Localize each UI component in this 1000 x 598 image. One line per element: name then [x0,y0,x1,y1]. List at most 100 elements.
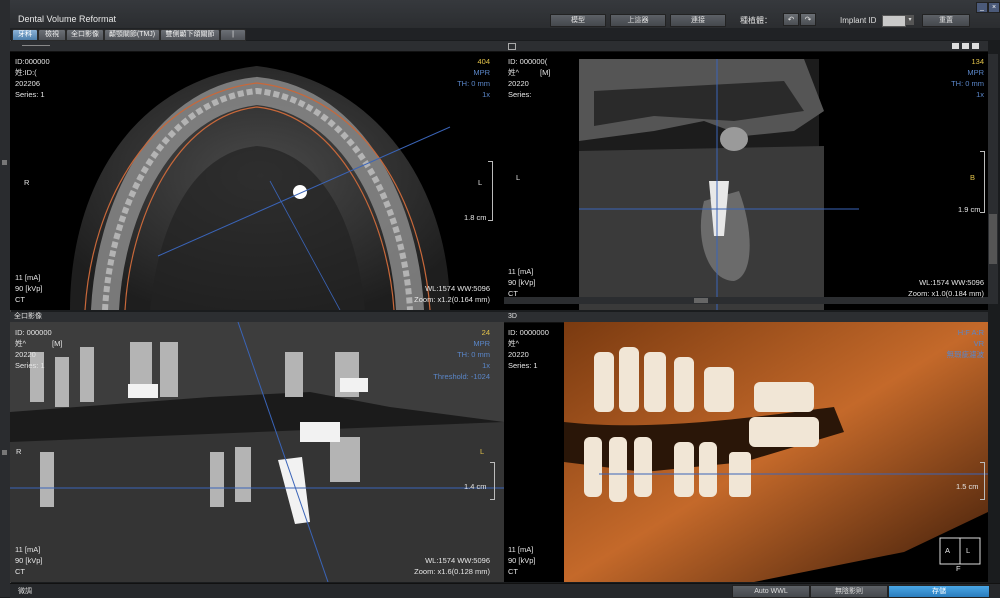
close-icon[interactable]: × [988,2,1000,13]
auto-wwl-button[interactable]: Auto WWL [732,585,810,598]
axial-image [70,66,451,310]
implant-dropdown-icon[interactable]: ▾ [906,15,914,25]
pano-patient-name: 姓^ [15,339,27,348]
save-button[interactable]: 存儲 [888,585,990,598]
undo-icon[interactable]: ↶ [783,13,799,26]
cross-section-viewport[interactable]: ID: 000000( 姓^ [M] 20220 Series: 134 MPR… [504,41,988,310]
pano-mode: MPR [473,339,490,348]
axial-scale-bar [488,161,493,221]
pano-scale-label: 1.4 cm [464,482,487,491]
orientation-cube-l[interactable]: L [966,546,970,556]
cross-patient-name: 姓^ [508,68,520,77]
cross-slice-number: 134 [971,57,984,66]
vr-mode: VR [973,339,984,348]
vr-patient-id: ID: 0000000 [508,328,549,337]
cross-patient-id: ID: 000000( [508,57,548,66]
vr-date: 20220 [508,350,529,359]
vr-kvp: 90 [kVp] [508,556,536,565]
strip-marker [2,450,7,455]
pano-series: Series: 1 [15,361,45,370]
pano-zoom: Zoom: x1.6(0.128 mm) [414,567,490,576]
cross-window-level: WL:1574 WW:5096 [919,278,984,287]
pano-magnify: 1x [482,361,490,370]
cross-scale-label: 1.9 cm [958,205,981,214]
axial-patient-id: ID:000000 [15,57,50,66]
pano-ma: 11 [mA] [15,545,41,554]
cross-ma: 11 [mA] [508,267,534,276]
connect-button[interactable]: 連接 [670,14,726,27]
orientation-cube-a[interactable]: A [945,546,950,556]
tab-dental[interactable]: 牙科 [12,29,38,41]
axial-magnify: 1x [482,90,490,99]
tab-extra[interactable]: | [220,29,246,41]
cross-series: Series: [508,90,532,99]
tab-bilateral-tmj[interactable]: 雙側顳下頜關節 [160,29,220,41]
vr-modality: CT [508,567,518,576]
pano-thickness: TH: 0 mm [457,350,490,359]
cross-orient-left: L [516,173,521,182]
implant-id-field[interactable] [882,15,906,27]
cross-orient-right: B [970,173,976,182]
fine-tune-label: 微調 [18,588,32,595]
minimize-icon[interactable]: _ [976,2,988,13]
cross-section-image [504,59,988,310]
title-bar: Dental Volume Reformat 模型 上這器 連接 種植體： ↶ … [10,0,1000,29]
volume-render-image [564,322,988,582]
model-button[interactable]: 模型 [550,14,606,27]
axial-kvp: 90 [kVp] [15,284,43,293]
pano-orient-right: L [480,447,485,456]
reset-button[interactable]: 重置 [922,14,970,27]
axial-orient-left: R [24,178,30,187]
pano-modality: CT [15,567,25,576]
cross-magnify: 1x [976,90,984,99]
bottom-bar: 微調 Auto WWL 無陰影則 存儲 [10,583,1000,598]
cross-date: 20220 [508,79,529,88]
orientation-cube-f[interactable]: F [956,564,961,574]
pano-date: 20220 [15,350,36,359]
axial-zoom: Zoom: x1.2(0.164 mm) [414,295,490,304]
redo-icon[interactable]: ↷ [800,13,816,26]
tab-view[interactable]: 檢視 [38,29,66,41]
cross-zoom: Zoom: x1.0(0.184 mm) [908,289,984,298]
pano-patient-id: ID: 000000 [15,328,52,337]
axial-patient-name: 姓:ID:( [15,68,37,77]
tab-tmj[interactable]: 顳顎關節(TMJ) [104,29,160,41]
axial-mode: MPR [473,68,490,77]
axial-window-level: WL:1574 WW:5096 [425,284,490,293]
vr-patient-name: 姓^ [508,339,520,348]
cross-scale-bar [980,151,985,213]
tooth-label: 種植體： [740,16,772,25]
axial-date: 202206 [15,79,41,88]
scrollbar-thumb[interactable] [989,214,997,264]
axial-orient-right: L [478,178,483,187]
cross-thickness: TH: 0 mm [951,79,984,88]
vr-scale-bar [980,462,985,500]
tab-bar: 牙科 檢視 全口影像 顳顎關節(TMJ) 雙側顳下頜關節 | [10,28,1000,41]
pano-scale-bar [490,462,495,500]
volume-render-viewport[interactable]: 3D ID: 0000000 姓^ 20220 Series: 1 H:F A:… [504,312,988,582]
app-title: Dental Volume Reformat [18,14,117,24]
pano-window-level: WL:1574 WW:5096 [425,556,490,565]
pano-slice-number: 24 [481,328,490,337]
pano-threshold: Threshold: -1024 [433,372,490,381]
tab-panoramic[interactable]: 全口影像 [66,29,104,41]
panoramic-viewport[interactable]: 全口影像 ID: 000000 姓^ [M] 20220 Series: 1 2… [10,312,504,582]
cross-modality: CT [508,289,518,298]
strip-marker [2,160,7,165]
pano-kvp: 90 [kVp] [15,556,43,565]
pano-orient-left: R [16,447,22,456]
axial-slice-number: 404 [477,57,490,66]
upload-button[interactable]: 上這器 [610,14,666,27]
vr-scale-label: 1.5 cm [956,482,979,491]
vertical-scrollbar[interactable] [988,54,998,304]
axial-viewport[interactable]: ID:000000 姓:ID:( 202206 Series: 1 404 MP… [10,41,504,310]
cross-kvp: 90 [kVp] [508,278,536,287]
vr-ma: 11 [mA] [508,545,534,554]
axial-series: Series: 1 [15,90,45,99]
panoramic-image [10,321,504,582]
no-shadow-button[interactable]: 無陰影則 [810,585,888,598]
vr-filter: 無瑕疵濾波 [946,350,985,359]
vr-series: Series: 1 [508,361,538,370]
axial-scale-label: 1.8 cm [464,213,487,222]
vr-orientation: H:F A:R [957,328,984,337]
